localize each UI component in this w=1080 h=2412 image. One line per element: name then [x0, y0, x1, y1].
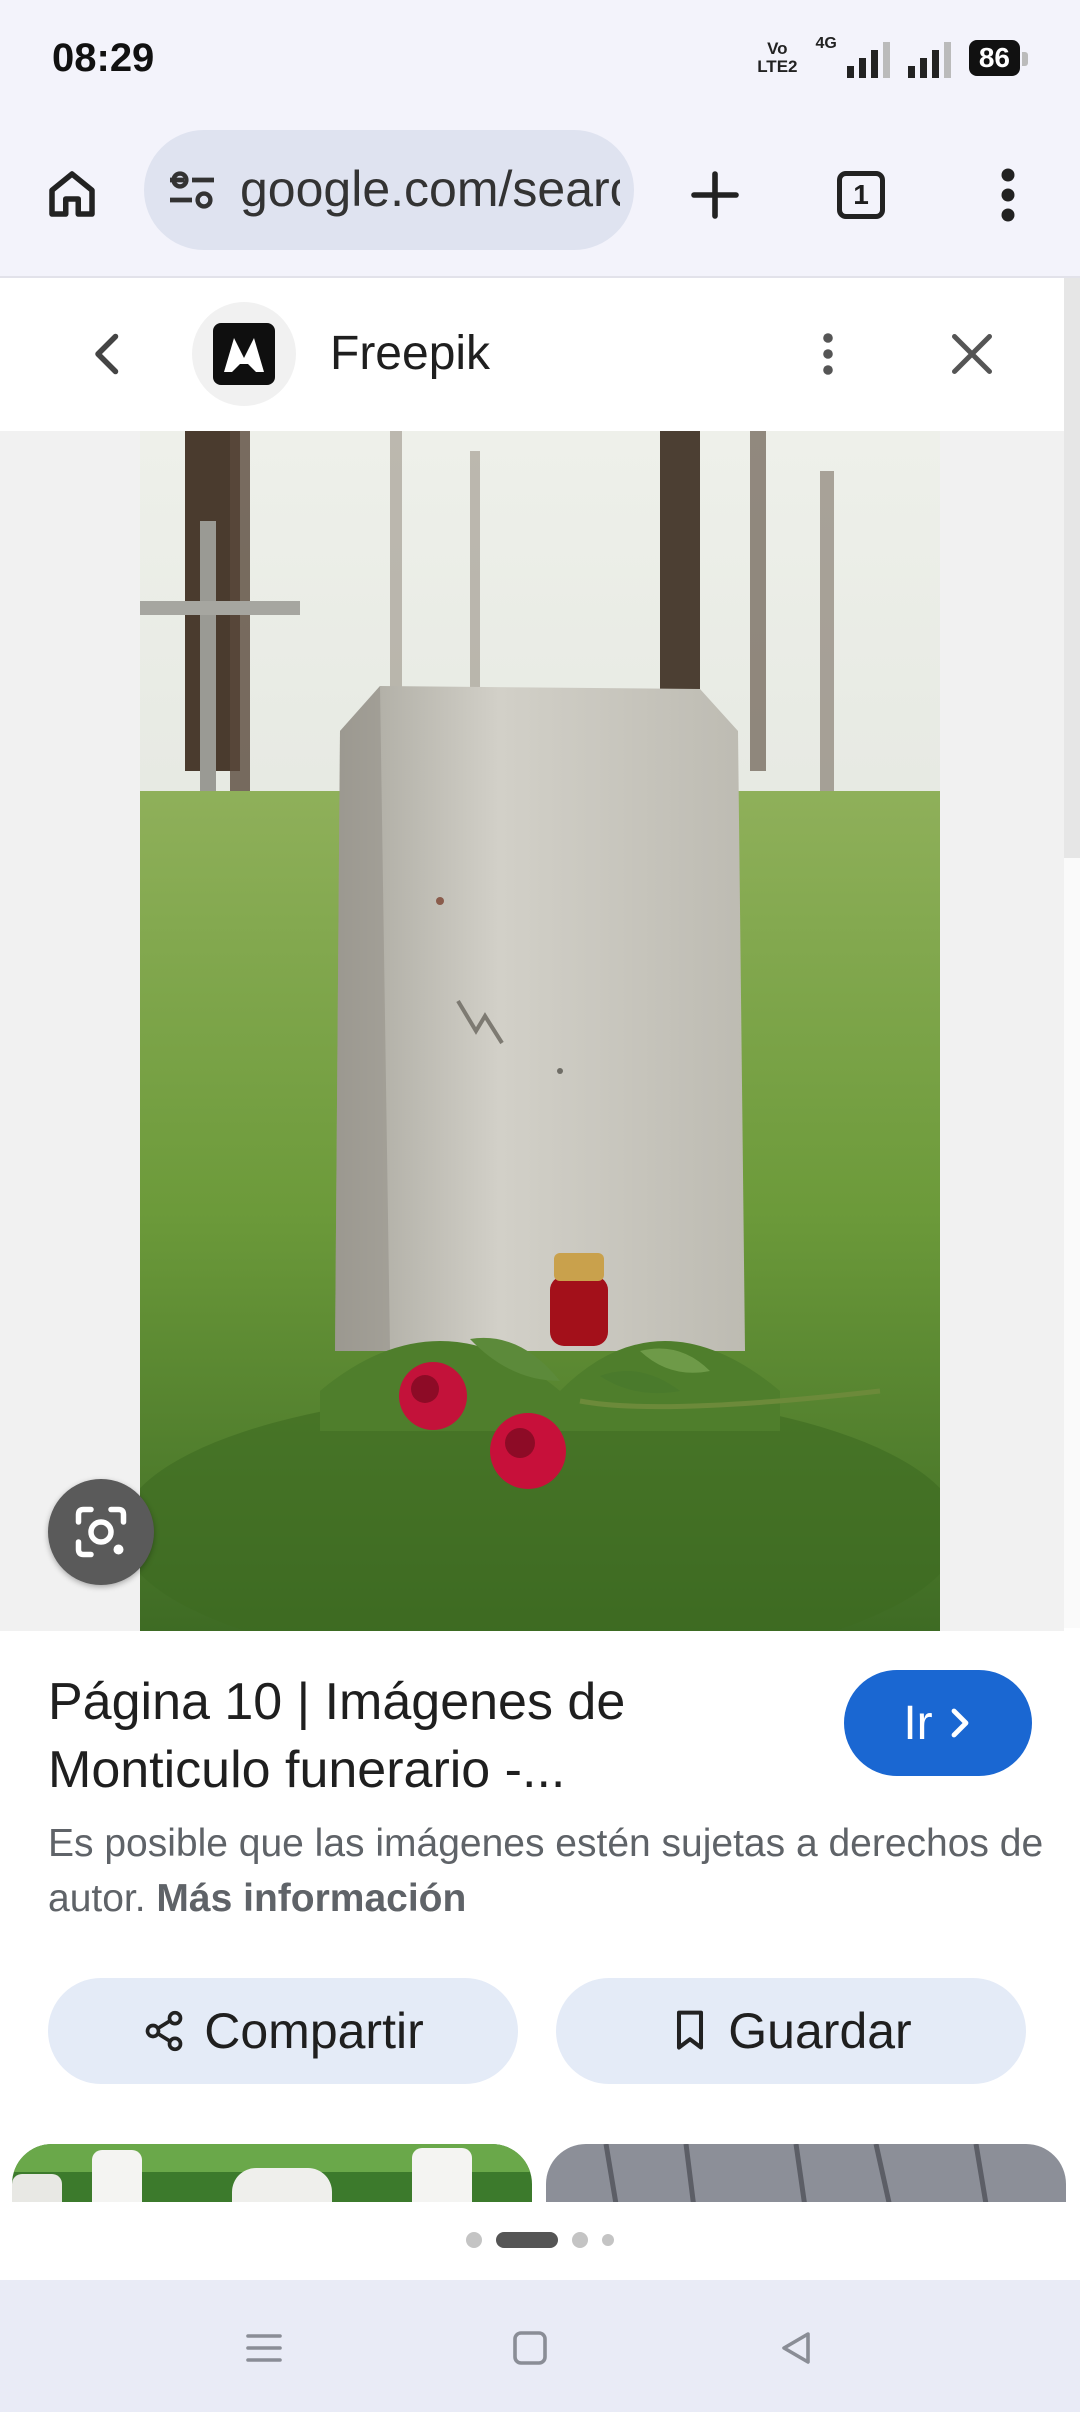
close-icon: [952, 334, 992, 374]
chevron-right-icon: [951, 1708, 969, 1738]
visit-button[interactable]: Ir: [844, 1670, 1032, 1776]
triangle-back-icon: [782, 2332, 810, 2364]
status-icons: Vo LTE2 4G 86: [757, 35, 1029, 78]
freepik-logo-icon: [224, 338, 264, 372]
source-header: Freepik: [0, 278, 1064, 431]
new-tab-button[interactable]: [680, 160, 750, 230]
carousel-dot[interactable]: [572, 2232, 588, 2248]
related-image-thumbnail[interactable]: [546, 2144, 1066, 2202]
copyright-notice: Es posible que las imágenes estén sujeta…: [48, 1816, 1048, 1926]
back-nav-button[interactable]: [772, 2324, 820, 2372]
carousel-indicator: [0, 2228, 1080, 2252]
signal-strength-icon-2: [907, 38, 951, 78]
home-nav-button[interactable]: [506, 2324, 554, 2372]
browser-toolbar: google.com/search 1: [0, 120, 1080, 278]
network-type-label: 4G: [815, 35, 837, 52]
back-button[interactable]: [80, 324, 136, 384]
more-info-link[interactable]: Más información: [156, 1877, 466, 1920]
tune-icon[interactable]: [166, 168, 218, 212]
recent-apps-button[interactable]: [240, 2324, 288, 2372]
scrollbar[interactable]: [1064, 278, 1080, 858]
chevron-left-icon: [95, 333, 119, 375]
bookmark-icon: [677, 2010, 704, 2050]
menu-icon: [246, 2334, 282, 2362]
more-vertical-icon: [1001, 168, 1015, 222]
url-text[interactable]: google.com/search: [240, 160, 620, 218]
close-button[interactable]: [940, 322, 1004, 386]
related-images: [0, 2144, 1080, 2202]
save-button[interactable]: Guardar: [556, 1978, 1026, 2084]
more-vertical-icon: [823, 333, 833, 375]
site-name[interactable]: Freepik: [330, 326, 490, 381]
lens-icon: [75, 1506, 127, 1558]
system-navigation-bar: [0, 2280, 1080, 2412]
battery-indicator: 86: [968, 40, 1029, 76]
gravestone-photo: [140, 431, 940, 1631]
carousel-dot[interactable]: [466, 2232, 482, 2248]
browser-menu-button[interactable]: [980, 160, 1036, 230]
share-icon: [145, 2010, 183, 2052]
image-preview-area: [0, 431, 1064, 1631]
related-image-thumbnail[interactable]: [12, 2144, 532, 2202]
result-title[interactable]: Página 10 | Imágenes de Monticulo funera…: [48, 1668, 828, 1804]
share-label: Compartir: [204, 2003, 424, 2059]
source-more-button[interactable]: [808, 320, 848, 388]
result-image[interactable]: [140, 431, 940, 1631]
carousel-dot[interactable]: [602, 2234, 614, 2246]
tab-switcher-button[interactable]: 1: [830, 164, 892, 226]
home-button[interactable]: [40, 162, 104, 226]
visit-button-label: Ir: [903, 1696, 933, 1750]
lens-search-button[interactable]: [48, 1479, 154, 1585]
home-icon: [49, 171, 95, 217]
volte-indicator: Vo LTE2: [757, 39, 798, 76]
save-label: Guardar: [728, 2003, 912, 2059]
tab-switcher-icon: 1: [837, 171, 885, 219]
site-logo: [192, 302, 296, 406]
status-bar: 08:29 Vo LTE2 4G 86: [0, 0, 1080, 120]
signal-strength-icon: [846, 38, 890, 78]
status-time: 08:29: [52, 36, 155, 80]
plus-icon: [691, 171, 739, 219]
carousel-dot-active[interactable]: [496, 2232, 558, 2248]
address-bar[interactable]: google.com/search: [144, 130, 634, 250]
share-button[interactable]: Compartir: [48, 1978, 518, 2084]
square-icon: [513, 2331, 547, 2365]
